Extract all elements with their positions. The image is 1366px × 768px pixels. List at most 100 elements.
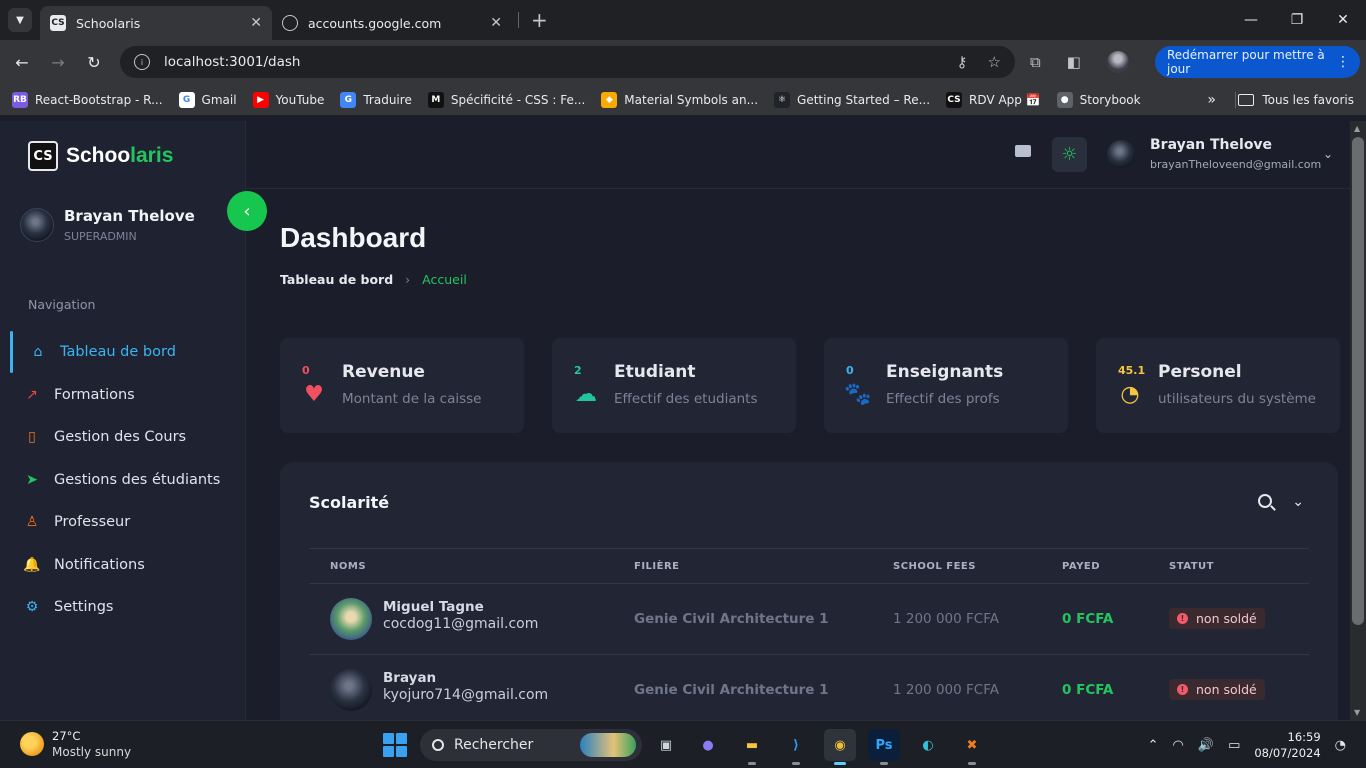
weather-widget[interactable]: 27°C Mostly sunny: [20, 729, 131, 759]
back-arrow-icon[interactable]: ←: [8, 48, 36, 76]
weather-temperature: 27°C: [52, 729, 81, 743]
breadcrumb-root[interactable]: Tableau de bord: [280, 272, 393, 287]
bookmark-label: RDV App 📅: [969, 92, 1041, 107]
minimize-icon[interactable]: —: [1228, 0, 1274, 40]
task-view-icon[interactable]: ▣: [650, 729, 682, 761]
sidebar-item-gestions-des-étudiants[interactable]: ➤ Gestions des étudiants: [0, 459, 246, 502]
meet-icon[interactable]: ●: [692, 729, 724, 761]
wifi-icon[interactable]: ◠: [1173, 738, 1184, 753]
chevron-down-icon[interactable]: ⌄: [1323, 147, 1333, 161]
stat-card-etudiant[interactable]: 2 ☁ Etudiant Effectif des etudiants: [552, 338, 796, 433]
table-row[interactable]: Miguel Tagne cocdog11@gmail.com Genie Ci…: [309, 584, 1309, 655]
site-info-icon[interactable]: i: [134, 54, 150, 70]
scrollbar-thumb[interactable]: [1352, 137, 1364, 625]
scroll-up-icon[interactable]: ▲: [1354, 124, 1360, 133]
new-tab-button[interactable]: +: [531, 8, 548, 32]
page-scrollbar[interactable]: ▲ ▼: [1350, 121, 1366, 720]
xampp-icon[interactable]: ✖: [956, 729, 988, 765]
bookmark-label: Spécificité - CSS : Fe...: [450, 92, 586, 107]
bookmark-item[interactable]: G Gmail: [171, 86, 245, 114]
stat-value: 2: [574, 364, 582, 377]
heartbeat-icon: ♥: [304, 381, 324, 407]
bookmark-label: React-Bootstrap - R...: [35, 92, 163, 107]
tab-google-accounts[interactable]: accounts.google.com ✕: [272, 6, 512, 40]
battery-icon[interactable]: ▭: [1228, 738, 1240, 753]
volume-icon[interactable]: 🔊: [1198, 738, 1214, 753]
tab-list-button[interactable]: ▼: [8, 8, 32, 32]
bookmark-item[interactable]: ⚛ Getting Started – Re...: [766, 86, 938, 114]
sidebar-item-label: Gestion des Cours: [54, 429, 187, 446]
photoshop-icon[interactable]: Ps: [868, 729, 900, 765]
close-window-icon[interactable]: ✕: [1320, 0, 1366, 40]
mail-icon[interactable]: [1015, 145, 1031, 157]
file-explorer-icon[interactable]: ▬: [736, 729, 768, 765]
edge-icon[interactable]: ◐: [912, 729, 944, 761]
sidebar-item-gestion-des-cours[interactable]: ▯ Gestion des Cours: [0, 416, 246, 459]
key-icon[interactable]: ⚷: [957, 53, 968, 71]
rain-cloud-icon: ☁: [575, 381, 597, 407]
theme-toggle-sun-icon[interactable]: ☼: [1052, 137, 1087, 172]
side-panel-icon[interactable]: ◧: [1067, 53, 1081, 71]
close-tab-icon[interactable]: ✕: [250, 15, 262, 31]
close-tab-icon[interactable]: ✕: [490, 15, 502, 31]
stat-label: Revenue: [342, 362, 425, 382]
student-fees: 1 200 000 FCFA: [893, 611, 999, 627]
os-taskbar: 27°C Mostly sunny Rechercher ▣ ● ▬ ⟩ ◉ P…: [0, 720, 1366, 768]
bookmark-item[interactable]: ▶ YouTube: [245, 86, 333, 114]
extensions-icon[interactable]: ⧉: [1030, 53, 1041, 71]
bookmark-item[interactable]: ● Storybook: [1049, 86, 1149, 114]
scroll-down-icon[interactable]: ▼: [1354, 708, 1360, 717]
stat-value: 0: [846, 364, 854, 377]
student-filiere: Genie Civil Architecture 1: [634, 682, 829, 698]
forward-arrow-icon[interactable]: →: [44, 48, 72, 76]
profile-avatar[interactable]: [1106, 51, 1129, 73]
url-text[interactable]: localhost:3001/dash: [164, 54, 300, 70]
student-payed: 0 FCFA: [1062, 611, 1114, 627]
restore-icon[interactable]: ❐: [1274, 0, 1320, 40]
brand[interactable]: CS Schoolaris: [28, 141, 173, 171]
sidebar-item-tableau-de-bord[interactable]: ⌂ Tableau de bord: [0, 331, 246, 374]
bookmark-item[interactable]: ◆ Material Symbols an...: [593, 86, 766, 114]
topbar-user-name[interactable]: Brayan Thelove: [1150, 137, 1272, 153]
sidebar-item-professeur[interactable]: ♙ Professeur: [0, 501, 246, 544]
student-payed: 0 FCFA: [1062, 682, 1114, 698]
windows-start-icon[interactable]: [383, 733, 407, 757]
vscode-icon[interactable]: ⟩: [780, 729, 812, 765]
sidebar-item-notifications[interactable]: 🔔 Notifications: [0, 544, 246, 587]
bookmark-star-icon[interactable]: ☆: [988, 53, 1001, 71]
sidebar-item-settings[interactable]: ⚙ Settings: [0, 586, 246, 629]
taskbar-search[interactable]: Rechercher: [420, 729, 642, 761]
tab-schoolaris[interactable]: CS Schoolaris ✕: [40, 6, 272, 40]
stat-card-revenue[interactable]: 0 ♥ Revenue Montant de la caisse: [280, 338, 524, 433]
search-icon[interactable]: [1258, 494, 1273, 508]
student-filiere: Genie Civil Architecture 1: [634, 611, 829, 627]
clock-date: 08/07/2024: [1254, 746, 1321, 760]
all-bookmarks-button[interactable]: Tous les favoris: [1238, 84, 1354, 116]
menu-dots-icon[interactable]: ⋮: [1336, 54, 1350, 70]
alert-icon: !: [1177, 684, 1188, 695]
avatar[interactable]: [1107, 140, 1135, 168]
address-bar[interactable]: i localhost:3001/dash ⚷ ☆: [120, 46, 1015, 78]
bookmark-item[interactable]: M Spécificité - CSS : Fe...: [420, 86, 593, 114]
dashboard-icon: ⌂: [33, 344, 43, 361]
folder-icon: [1238, 94, 1255, 106]
bookmark-item[interactable]: CS RDV App 📅: [938, 86, 1049, 114]
column-header-statut: STATUT: [1169, 561, 1214, 572]
panel-title: Scolarité: [309, 493, 390, 512]
notification-bell-icon[interactable]: ◔: [1335, 738, 1346, 753]
update-button[interactable]: Redémarrer pour mettre à jour ⋮: [1155, 46, 1360, 78]
bookmarks-overflow-icon[interactable]: »: [1207, 84, 1216, 116]
paw-icon: 🐾: [844, 381, 872, 407]
reload-icon[interactable]: ↻: [80, 48, 108, 76]
chrome-icon[interactable]: ◉: [824, 729, 856, 765]
clock[interactable]: 16:59 08/07/2024: [1254, 729, 1320, 761]
stat-card-enseignants[interactable]: 0 🐾 Enseignants Effectif des profs: [824, 338, 1068, 433]
chevron-up-icon[interactable]: ⌃: [1148, 738, 1159, 753]
stat-card-personel[interactable]: 45.1 ◔ Personel utilisateurs du système: [1096, 338, 1340, 433]
collapse-sidebar-button[interactable]: ‹: [227, 191, 267, 231]
chevron-down-icon[interactable]: ⌄: [1292, 494, 1304, 510]
bookmark-item[interactable]: G Traduire: [332, 86, 419, 114]
bookmark-item[interactable]: RB React-Bootstrap - R...: [4, 86, 171, 114]
sidebar-item-formations[interactable]: ↗ Formations: [0, 374, 246, 417]
table-row[interactable]: Brayan kyojuro714@gmail.com Genie Civil …: [309, 655, 1309, 720]
